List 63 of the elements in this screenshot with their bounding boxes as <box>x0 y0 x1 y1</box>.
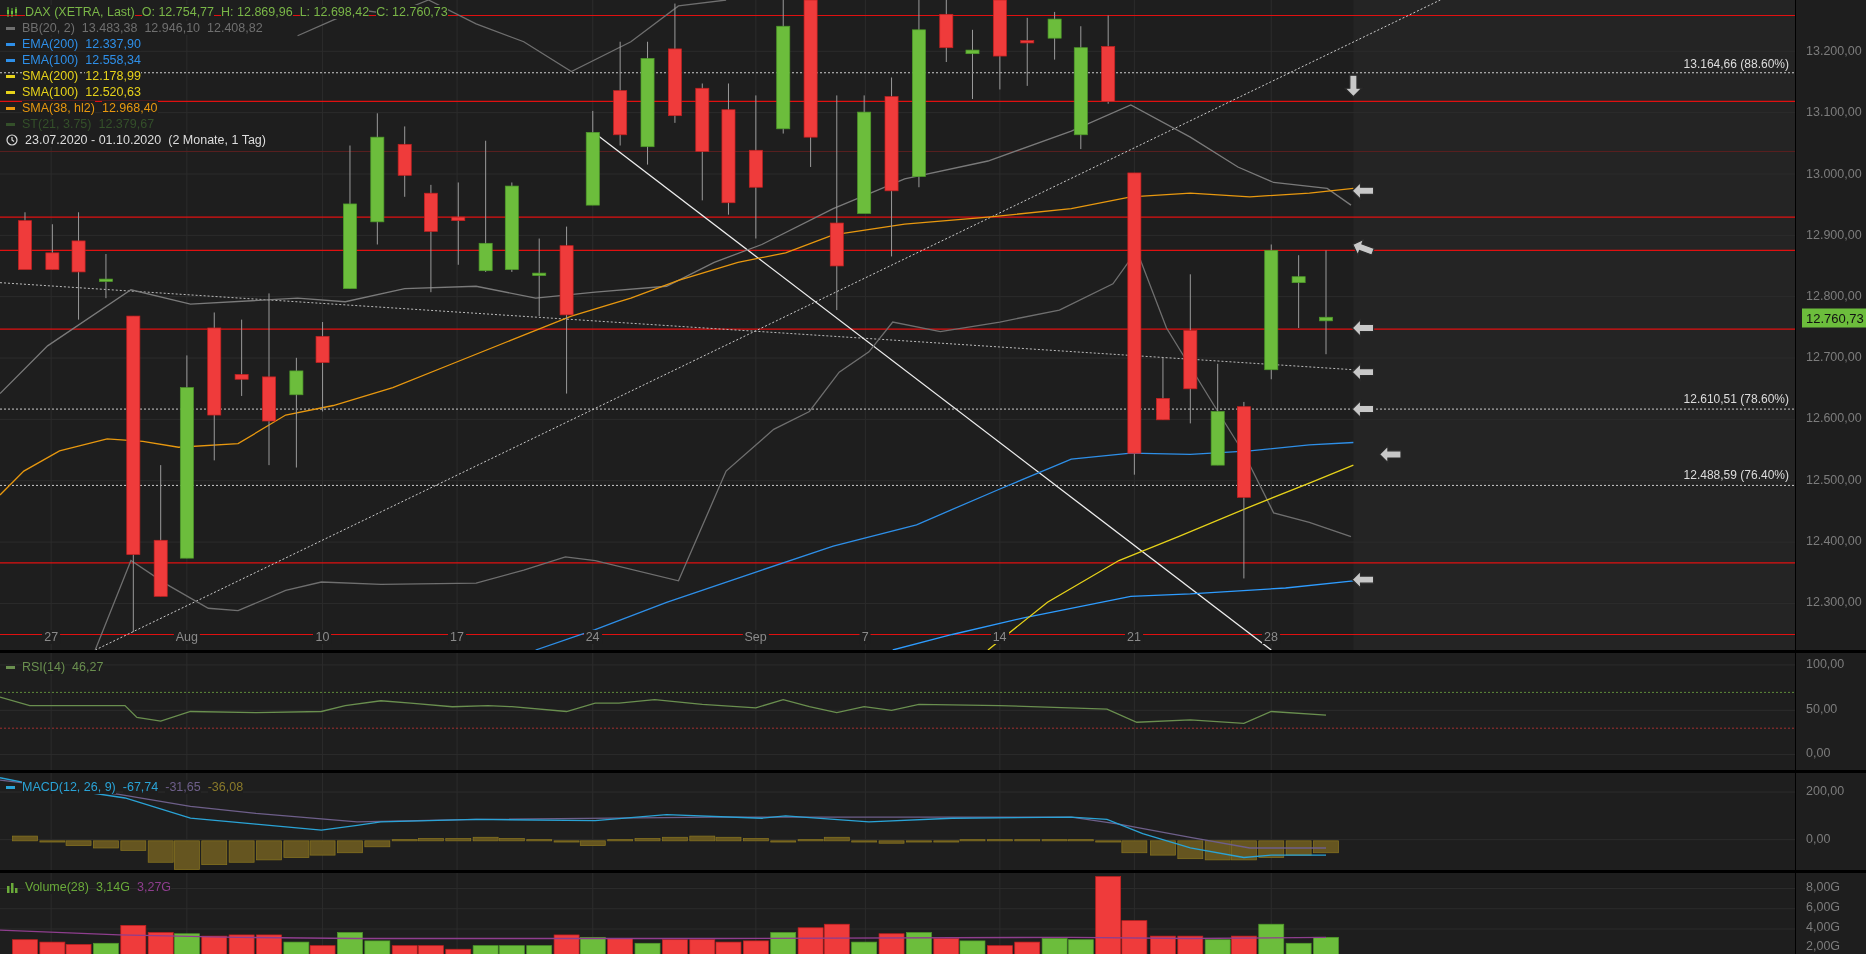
x-axis-label: Aug <box>173 630 200 644</box>
indicator-value: 3,14G <box>95 880 130 894</box>
ohlc-value: O: 12.754,77 <box>141 5 215 19</box>
indicator-value: 46,27 <box>72 660 104 674</box>
fibonacci-label: 12.610,51 (78.60%) <box>1683 392 1789 407</box>
indicator-label: MACD(12, 26, 9) <box>22 780 116 794</box>
indicator-value: 12.337,90 <box>85 37 141 51</box>
y-axis-label: 12.700,00 <box>1806 350 1862 365</box>
y-axis-label: 12.600,00 <box>1806 411 1862 426</box>
indicator-label: Volume(28) <box>25 880 89 894</box>
indicator-value: 12.178,99 <box>85 69 141 83</box>
x-axis-label: 28 <box>1261 630 1280 644</box>
y-axis-label: 13.100,00 <box>1806 105 1862 120</box>
indicator-label: EMA(100) <box>22 53 79 67</box>
y-axis-label: 12.900,00 <box>1806 227 1862 242</box>
indicator-label: EMA(200) <box>22 37 79 51</box>
indicator-label: SMA(100) <box>22 85 79 99</box>
indicator-value: -31,65 <box>165 780 201 794</box>
y-axis-label: 0,00 <box>1806 746 1831 760</box>
y-axis-label: 12.300,00 <box>1806 595 1862 610</box>
indicator-value: 3,27G <box>137 880 172 894</box>
indicator-value: 12.408,82 <box>207 21 263 35</box>
date-range: 23.07.2020 - 01.10.2020 <box>25 133 162 147</box>
indicator-value: 12.520,63 <box>85 85 141 99</box>
ohlc-value: L: 12.698,42 <box>299 5 370 19</box>
fibonacci-label: 12.488,59 (76.40%) <box>1683 468 1789 483</box>
indicator-value: -36,08 <box>207 780 244 794</box>
y-axis-label: 12.500,00 <box>1806 472 1862 487</box>
y-axis-label: 100,00 <box>1806 657 1845 671</box>
x-axis-label: 10 <box>313 630 332 644</box>
y-axis-label: 4,00G <box>1806 920 1841 934</box>
indicator-value: 12.968,40 <box>101 101 158 115</box>
indicator-value: 12.558,34 <box>85 53 141 67</box>
y-axis-label: 6,00G <box>1806 900 1841 914</box>
x-axis-label: 14 <box>990 630 1009 644</box>
indicator-value: 13.483,38 <box>81 21 138 35</box>
indicator-label: BB(20, 2) <box>22 21 75 35</box>
y-axis-label: 50,00 <box>1806 702 1838 716</box>
x-axis-label: Sep <box>742 630 769 644</box>
y-axis-label: 200,00 <box>1806 784 1845 798</box>
y-axis-label: 8,00G <box>1806 880 1841 894</box>
x-axis-label: 7 <box>859 630 871 644</box>
x-axis-label: 24 <box>583 630 602 644</box>
indicator-label: SMA(200) <box>22 69 79 83</box>
y-axis-label: 12.400,00 <box>1806 533 1862 548</box>
y-axis-label: 12.800,00 <box>1806 289 1862 303</box>
instrument-name: DAX (XETRA, Last) <box>25 5 135 19</box>
x-axis-label: 21 <box>1125 630 1143 644</box>
y-axis-label: 2,00G <box>1806 939 1841 953</box>
indicator-value: 12.946,10 <box>144 21 201 35</box>
fibonacci-label: 13.164,66 (88.60%) <box>1683 56 1789 71</box>
ohlc-value: H: 12.869,96 <box>221 5 293 19</box>
current-price-tag: 12.760,73 <box>1802 308 1866 328</box>
indicator-value: -67,74 <box>122 780 159 794</box>
x-axis-label: 17 <box>448 630 466 644</box>
y-axis-label: 13.000,00 <box>1806 166 1862 181</box>
y-axis-label: 13.200,00 <box>1806 44 1862 59</box>
indicator-label: SMA(38, hl2) <box>22 101 95 115</box>
ohlc-value: C: 12.760,73 <box>376 5 448 19</box>
y-axis-label: 0,00 <box>1806 832 1831 846</box>
x-axis-label: 27 <box>42 630 61 644</box>
duration-label: (2 Monate, 1 Tag) <box>168 133 266 147</box>
indicator-label: RSI(14) <box>22 660 66 674</box>
